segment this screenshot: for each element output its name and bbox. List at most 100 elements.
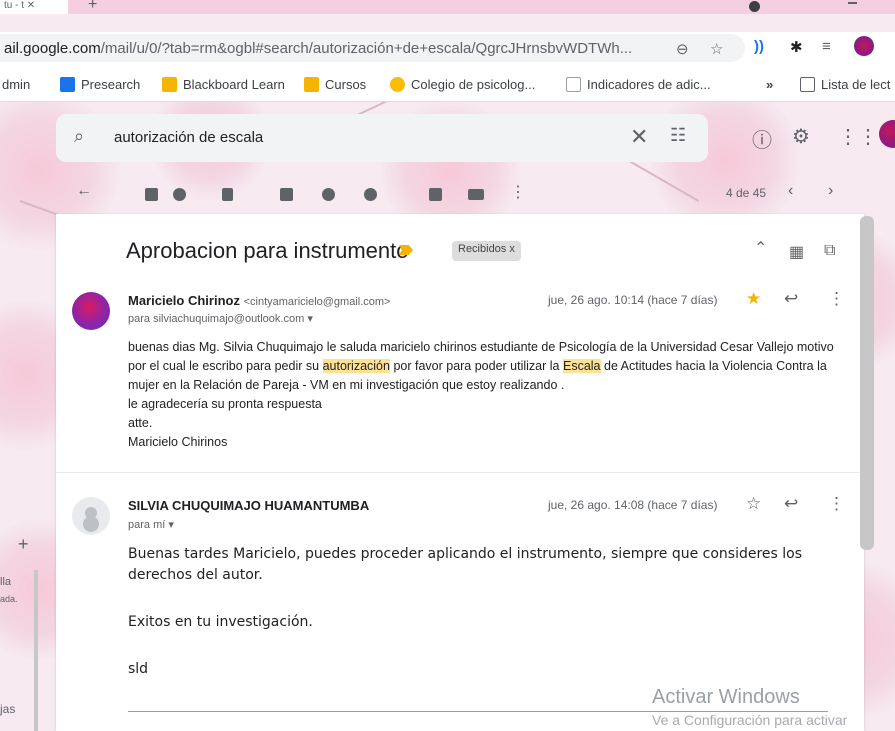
sender-name[interactable]: Maricielo Chirinoz <box>128 293 240 308</box>
body-text: Maricielo Chirinos <box>128 435 228 449</box>
body-paragraph: sld <box>128 661 149 677</box>
clear-search-icon[interactable]: ✕ <box>630 124 648 150</box>
body-text: por favor para poder utilizar la <box>389 359 563 373</box>
compose-plus-icon[interactable]: + <box>18 534 29 555</box>
search-input[interactable]: autorización de escala <box>114 129 263 146</box>
mail-search-bar[interactable]: ⌕ autorización de escala ✕ ☷ <box>56 114 708 162</box>
message2-to[interactable]: para mí ▾ <box>128 518 174 531</box>
message1-from: Maricielo Chirinoz <cintyamaricielo@gmai… <box>128 293 390 308</box>
extension-signal-icon[interactable]: )) <box>754 38 764 55</box>
indicadores-icon <box>566 77 581 92</box>
help-icon[interactable]: ⓘ <box>752 124 772 153</box>
snooze-icon[interactable] <box>322 188 335 201</box>
sender-name[interactable]: SILVIA CHUQUIMAJO HUAMANTUMBA <box>128 498 369 513</box>
email-thread: Aprobacion para instrumento Recibidos x … <box>56 214 864 731</box>
more-bookmarks-button[interactable]: » <box>766 77 773 92</box>
body-paragraph: Exitos en tu investigación. <box>128 614 313 630</box>
bookmarks-bar: dmin Presearch Blackboard Learn Cursos C… <box>0 68 895 102</box>
cursos-icon <box>304 77 319 92</box>
sidebar-item[interactable]: lla <box>0 576 11 588</box>
browser-tab[interactable]: tu - t ✕ <box>0 0 68 14</box>
open-new-window-icon[interactable]: ⧉ <box>824 242 835 260</box>
address-bar: ail.google.com/mail/u/0/?tab=rm&ogbl#sea… <box>0 32 895 68</box>
star-icon[interactable]: ★ <box>746 289 761 309</box>
reply-icon[interactable]: ↩ <box>784 494 798 514</box>
move-to-icon[interactable] <box>429 188 442 201</box>
report-spam-icon[interactable] <box>173 188 186 201</box>
minimize-icon[interactable] <box>848 2 857 4</box>
tab-title: tu - t <box>4 0 25 11</box>
recipient-dropdown-icon[interactable]: ▾ <box>168 519 174 531</box>
recipient-dropdown-icon[interactable]: ▾ <box>307 313 313 325</box>
url-text: ail.google.com/mail/u/0/?tab=rm&ogbl#sea… <box>4 40 632 57</box>
new-tab-icon[interactable]: + <box>88 0 97 14</box>
bookmark-reading-list[interactable]: Lista de lect <box>800 77 890 92</box>
search-highlight: Escala <box>562 359 601 373</box>
add-task-icon[interactable] <box>364 188 377 201</box>
message2-body: Buenas tardes Maricielo, puedes proceder… <box>128 544 838 706</box>
message-menu-icon[interactable]: ⋮ <box>828 289 845 309</box>
reply-icon[interactable]: ↩ <box>784 289 798 309</box>
bookmark-presearch[interactable]: Presearch <box>60 77 140 92</box>
sender-avatar[interactable] <box>72 292 110 330</box>
bookmark-label: Colegio de psicolog... <box>411 77 536 92</box>
inbox-label-chip[interactable]: Recibidos x <box>452 241 521 261</box>
sidebar-scrollbar[interactable] <box>34 570 38 731</box>
extensions-puzzle-icon[interactable]: ✱ <box>790 38 803 56</box>
label-icon[interactable] <box>468 189 484 200</box>
bookmark-label: » <box>766 77 774 92</box>
search-icon[interactable]: ⌕ <box>74 126 84 147</box>
message2-date: jue, 26 ago. 14:08 (hace 7 días) <box>548 498 718 512</box>
back-arrow-icon[interactable]: ← <box>76 182 92 200</box>
body-text: atte. <box>128 416 153 430</box>
bookmark-cursos[interactable]: Cursos <box>304 77 366 92</box>
scrollbar-thumb[interactable] <box>860 216 874 550</box>
search-options-icon[interactable]: ☷ <box>670 125 686 146</box>
mark-unread-icon[interactable] <box>280 188 293 201</box>
reading-list-icon <box>800 77 815 92</box>
delete-icon[interactable] <box>222 188 233 201</box>
presearch-icon <box>60 77 75 92</box>
search-highlight: autorización <box>322 359 390 373</box>
bookmark-label: Cursos <box>325 77 367 92</box>
bookmark-label: Blackboard Learn <box>183 77 285 92</box>
bookmark-star-icon[interactable]: ☆ <box>710 40 723 58</box>
star-icon[interactable]: ☆ <box>746 494 761 514</box>
profile-avatar-icon[interactable] <box>854 36 874 56</box>
reading-list-icon[interactable]: ≡ <box>822 38 831 55</box>
bookmark-colegio[interactable]: Colegio de psicolog... <box>390 77 535 92</box>
url-field[interactable]: ail.google.com/mail/u/0/?tab=rm&ogbl#sea… <box>0 34 745 62</box>
blackboard-icon <box>162 77 177 92</box>
tab-close-icon[interactable]: ✕ <box>27 0 35 11</box>
body-text: le agradecería su pronta respuesta <box>128 397 322 411</box>
colegio-icon <box>390 77 405 92</box>
body-paragraph: Buenas tardes Maricielo, puedes proceder… <box>128 546 803 583</box>
settings-gear-icon[interactable]: ⚙ <box>792 124 810 149</box>
recipient-text: para mí <box>128 519 166 531</box>
next-page-icon[interactable]: › <box>828 182 833 200</box>
recording-icon <box>749 1 760 12</box>
sidebar-item[interactable]: jas <box>0 702 15 716</box>
bookmark-admin[interactable]: dmin <box>2 77 30 92</box>
message2-from: SILVIA CHUQUIMAJO HUAMANTUMBA <box>128 498 369 513</box>
message1-to[interactable]: para silviachuquimajo@outlook.com ▾ <box>128 312 313 325</box>
sender-avatar-placeholder[interactable] <box>72 497 110 535</box>
bookmark-indicadores[interactable]: Indicadores de adic... <box>566 77 711 92</box>
prev-page-icon[interactable]: ‹ <box>788 182 793 200</box>
activation-watermark-subtitle: Ve a Configuración para activar <box>652 712 848 728</box>
zoom-icon[interactable]: ⊖ <box>676 40 689 58</box>
archive-icon[interactable] <box>145 188 158 201</box>
print-icon[interactable]: ▦ <box>789 242 804 262</box>
bookmark-label: Presearch <box>81 77 141 92</box>
sidebar-item: ada. <box>0 594 18 604</box>
pagination-count: 4 de 45 <box>726 186 767 200</box>
more-options-icon[interactable]: ⋮ <box>510 182 526 202</box>
url-path: /mail/u/0/?tab=rm&ogbl#search/autorizaci… <box>100 40 633 57</box>
activation-watermark-title: Activar Windows <box>652 686 800 708</box>
bookmark-label: Indicadores de adic... <box>587 77 711 92</box>
message1-body: buenas dias Mg. Silvia Chuquimajo le sal… <box>128 338 848 452</box>
bookmark-blackboard[interactable]: Blackboard Learn <box>162 77 285 92</box>
message-menu-icon[interactable]: ⋮ <box>828 494 845 514</box>
collapse-all-icon[interactable]: ⌃ <box>754 238 767 258</box>
apps-grid-icon[interactable]: ⋮⋮ <box>838 124 878 149</box>
